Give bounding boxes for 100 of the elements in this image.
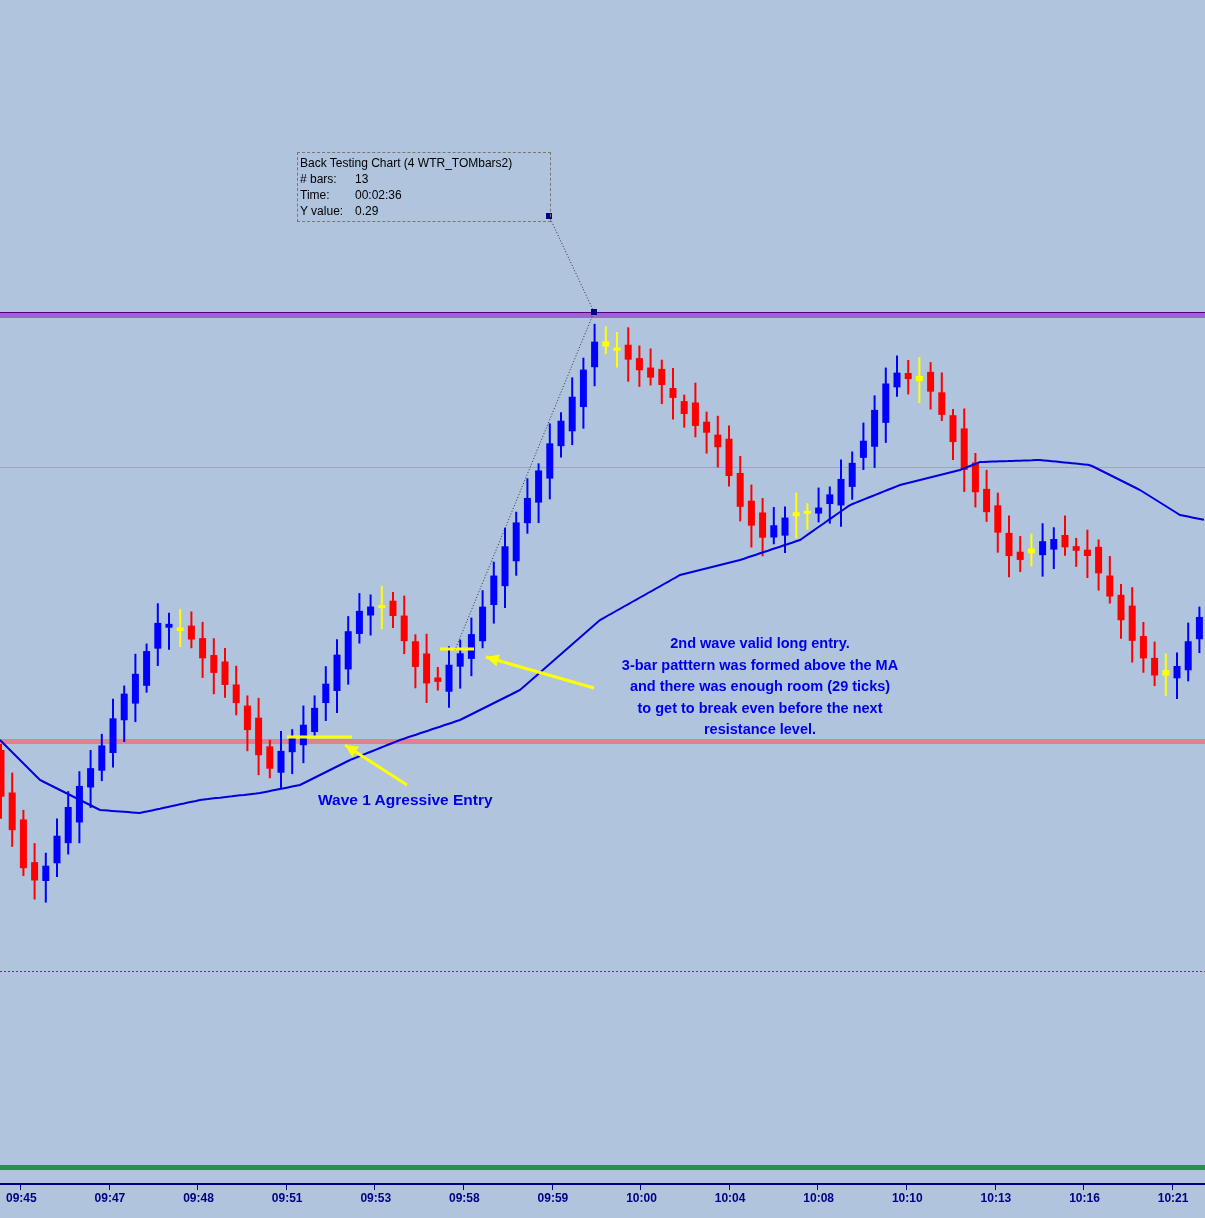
- candle: [1195, 605, 1203, 655]
- candle: [971, 452, 979, 509]
- candle: [1061, 514, 1069, 557]
- candle: [467, 616, 475, 678]
- candle: [120, 684, 128, 743]
- candle: [680, 393, 688, 429]
- annotation-label: Wave 1 Agressive Entry: [318, 790, 493, 810]
- candle: [1005, 514, 1013, 579]
- candle: [624, 326, 632, 383]
- candle: [490, 560, 498, 625]
- candle: [187, 610, 195, 650]
- candle: [154, 602, 162, 667]
- candle: [1184, 621, 1192, 683]
- candle: [591, 322, 599, 388]
- candle: [837, 458, 845, 528]
- candle: [1117, 582, 1125, 640]
- candle: [1083, 528, 1091, 579]
- candle: [411, 633, 419, 690]
- time-label: 09:48: [183, 1191, 214, 1205]
- candle: [893, 354, 901, 398]
- candle: [994, 491, 1002, 554]
- candle: [176, 608, 184, 649]
- candle: [747, 483, 755, 549]
- time-label: 10:08: [803, 1191, 835, 1205]
- candle: [815, 486, 823, 524]
- candle: [647, 347, 655, 387]
- candle: [848, 450, 856, 501]
- candle: [378, 584, 386, 631]
- candle: [1106, 554, 1114, 605]
- time-label: 10:00: [626, 1191, 657, 1205]
- candle: [983, 468, 991, 523]
- candle: [199, 620, 207, 679]
- candle: [344, 615, 352, 686]
- candle: [904, 358, 912, 396]
- candle: [299, 704, 307, 765]
- candle: [87, 749, 95, 809]
- candle: [635, 344, 643, 388]
- candle: [557, 411, 565, 459]
- candle: [98, 732, 106, 783]
- candle: [434, 666, 442, 692]
- tooltip-label: Time:: [300, 187, 331, 203]
- candle: [1039, 522, 1047, 578]
- time-label: 09:47: [94, 1191, 126, 1205]
- tooltip-value: 00:02:36: [355, 187, 402, 203]
- candle: [512, 510, 520, 577]
- entry-marker: [287, 735, 352, 739]
- candle: [456, 638, 464, 690]
- candle: [803, 502, 811, 531]
- candle: [232, 664, 240, 717]
- tooltip-value: 13: [355, 171, 370, 187]
- candle: [53, 817, 61, 879]
- handle-icon[interactable]: [546, 213, 552, 219]
- time-label: 09:58: [448, 1191, 480, 1205]
- candle: [669, 367, 677, 421]
- candle: [725, 424, 733, 488]
- candle: [277, 729, 285, 789]
- candle: [1027, 532, 1035, 568]
- candle: [736, 455, 744, 523]
- candle: [210, 637, 218, 696]
- candle: [143, 642, 151, 694]
- candle: [1072, 536, 1080, 568]
- candle: [703, 410, 711, 455]
- candle: [243, 694, 251, 753]
- candle: [792, 491, 800, 540]
- time-label: 10:21: [1157, 1191, 1189, 1205]
- candle: [1050, 526, 1058, 571]
- candle: [288, 728, 296, 776]
- candle: [165, 611, 173, 651]
- time-label: 10:10: [891, 1191, 923, 1205]
- time-label: 09:53: [360, 1191, 392, 1205]
- time-label: 09:51: [271, 1191, 303, 1205]
- candle: [1016, 535, 1024, 573]
- candle: [826, 485, 834, 525]
- candle: [602, 325, 610, 356]
- time-label: 09:45: [6, 1191, 37, 1205]
- candle: [400, 594, 408, 656]
- tooltip-label: # bars:: [300, 171, 338, 187]
- candle: [770, 506, 778, 546]
- candle: [322, 665, 330, 722]
- candle: [1095, 538, 1103, 592]
- candle: [949, 408, 957, 462]
- handle-icon[interactable]: [591, 309, 597, 315]
- annotation-note: 2nd wave valid long entry. 3-bar patttern was formed above the MA and there was enough room (29 ticks) to get to break even before the next resistance level.: [620, 634, 900, 739]
- arrow: [344, 743, 408, 787]
- candle: [523, 477, 531, 535]
- candle: [31, 842, 39, 901]
- tooltip-title: Back Testing Chart (4 WTR_TOMbars2): [300, 155, 514, 171]
- candle: [714, 414, 722, 469]
- candle: [759, 497, 767, 558]
- candle: [64, 790, 72, 856]
- candle: [266, 738, 274, 780]
- time-label: 10:13: [980, 1191, 1012, 1205]
- time-label: 10:04: [714, 1191, 746, 1205]
- candle: [915, 356, 923, 405]
- candle: [355, 592, 363, 645]
- candle: [1139, 621, 1147, 674]
- candle: [927, 361, 935, 411]
- candle: [691, 381, 699, 439]
- candle: [535, 462, 543, 525]
- tooltip-label: Y value:: [300, 203, 345, 219]
